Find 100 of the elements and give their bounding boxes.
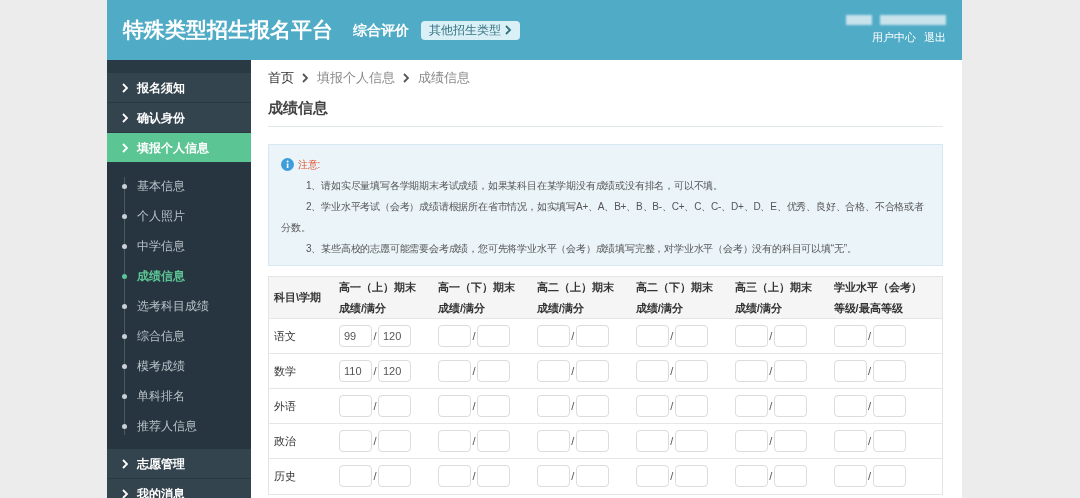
full-score-input[interactable] [773,360,807,382]
slash-text: / [471,469,477,484]
full-score-input[interactable] [378,430,411,452]
breadcrumb-link[interactable]: 首页 [268,68,294,88]
full-score-input[interactable] [674,360,708,382]
switch-type-button[interactable]: 其他招生类型 [421,20,520,40]
full-score-input[interactable] [476,395,510,417]
score-input[interactable] [437,325,471,347]
score-input[interactable] [339,395,372,417]
score-input[interactable] [339,430,372,452]
full-score-input[interactable] [773,465,807,488]
full-score-input[interactable] [378,465,411,488]
column-header: 成绩/满分 [532,297,632,319]
full-score-input[interactable] [575,395,609,417]
full-score-input[interactable]: 120 [378,325,411,347]
sidebar-subitem[interactable]: 成绩信息 [107,261,251,291]
full-score-input[interactable] [674,325,708,347]
score-input[interactable] [536,395,570,417]
sidebar-subitem[interactable]: 推荐人信息 [107,411,251,441]
score-input[interactable] [437,360,471,382]
score-input[interactable] [437,465,471,488]
full-score-input[interactable] [575,360,609,382]
score-input[interactable] [734,430,768,452]
score-input[interactable] [734,395,768,417]
sidebar-subitem[interactable]: 个人照片 [107,201,251,231]
score-input[interactable] [536,325,570,347]
platform-title: 特殊类型招生报名平台 [123,17,333,44]
sidebar-item[interactable]: 报名须知 [107,73,251,103]
score-input[interactable] [833,430,867,452]
score-input[interactable]: 110 [339,360,372,382]
column-header: 等级/最高等级 [829,297,942,319]
full-score-input[interactable] [575,430,609,452]
chevron-icon [122,82,129,93]
score-input[interactable] [833,360,867,382]
score-input[interactable] [734,465,768,488]
sidebar-item[interactable]: 志愿管理 [107,449,251,479]
full-score-input[interactable] [476,325,510,347]
full-score-input[interactable] [872,325,906,347]
full-score-input[interactable] [378,395,411,417]
score-input[interactable] [734,325,768,347]
redacted-block [880,14,946,25]
score-input[interactable] [833,325,867,347]
full-score-input[interactable] [872,395,906,417]
score-input[interactable] [635,360,669,382]
score-input[interactable] [437,430,471,452]
breadcrumb-link[interactable]: 成绩信息 [418,68,470,88]
sidebar-subitem[interactable]: 中学信息 [107,231,251,261]
chevron-icon [122,458,129,469]
breadcrumb-link[interactable]: 填报个人信息 [317,68,395,88]
slash-text: / [471,363,477,379]
score-input[interactable] [536,430,570,452]
score-input[interactable] [536,360,570,382]
sidebar-subitem[interactable]: 选考科目成绩 [107,291,251,321]
chevron-icon [403,73,410,83]
full-score-input[interactable] [575,465,609,488]
score-input[interactable] [833,465,867,488]
score-input[interactable]: 99 [339,325,372,347]
chevron-icon [505,25,512,35]
sidebar-subitem[interactable]: 基本信息 [107,171,251,201]
full-score-input[interactable] [872,465,906,488]
full-score-input[interactable] [476,465,510,488]
slash-text: / [867,469,873,484]
score-input[interactable] [339,465,372,488]
slash-text: / [471,398,477,414]
section-title: 综合评价 [353,20,409,40]
full-score-input[interactable] [575,325,609,347]
score-input[interactable] [635,430,669,452]
sidebar-item[interactable]: 确认身份 [107,103,251,133]
slash-text: / [570,328,576,344]
score-input[interactable] [635,395,669,417]
slash-text: / [867,433,873,449]
score-input[interactable] [635,325,669,347]
slash-text: / [867,363,873,379]
full-score-input[interactable] [674,430,708,452]
full-score-input[interactable] [872,360,906,382]
full-score-input[interactable] [773,395,807,417]
full-score-input[interactable] [674,395,708,417]
score-input[interactable] [635,465,669,488]
slash-text: / [867,328,873,344]
notice-text: 3、某些高校的志愿可能需要会考成绩，您可先将学业水平（会考）成绩填写完整，对学业水平（会考）没有的科目可以填“无”。 [305,241,858,256]
sidebar-subitem[interactable]: 综合信息 [107,321,251,351]
full-score-input[interactable] [773,325,807,347]
column-header: 科目\学期 [269,276,335,319]
full-score-input[interactable]: 120 [378,360,411,382]
full-score-input[interactable] [674,465,708,488]
score-input[interactable] [734,360,768,382]
slash-text: / [372,363,378,379]
sidebar-subitem[interactable]: 单科排名 [107,381,251,411]
full-score-input[interactable] [476,430,510,452]
full-score-input[interactable] [773,430,807,452]
sidebar-subitem[interactable]: 模考成绩 [107,351,251,381]
slash-text: / [768,433,774,449]
column-header: 成绩/满分 [631,297,731,319]
score-input[interactable] [833,395,867,417]
chevron-icon [122,112,129,123]
score-input[interactable] [437,395,471,417]
score-input[interactable] [536,465,570,488]
full-score-input[interactable] [476,360,510,382]
full-score-input[interactable] [872,430,906,452]
slash-text: / [570,433,576,449]
